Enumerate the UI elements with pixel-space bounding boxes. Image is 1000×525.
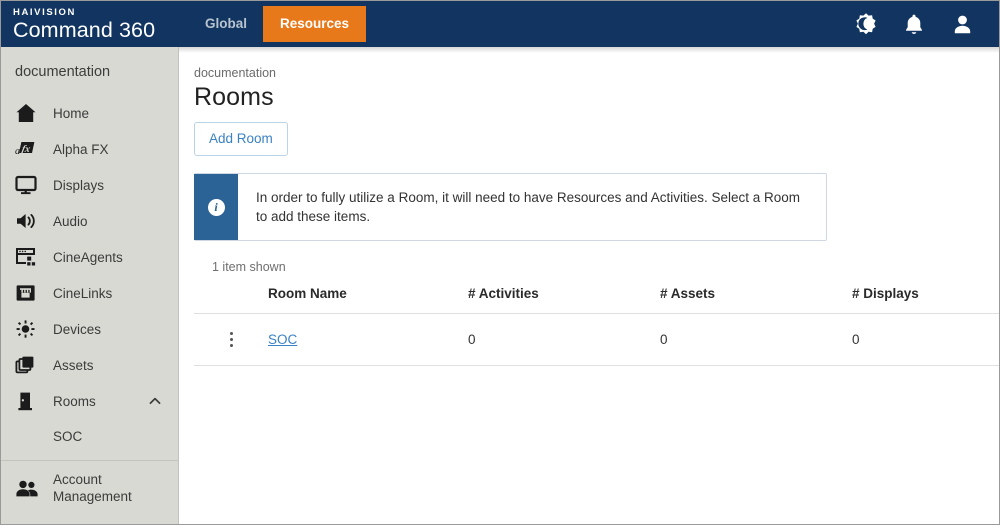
sidebar-item-label: Devices bbox=[53, 321, 101, 338]
column-header-room-name[interactable]: Room Name bbox=[268, 286, 468, 314]
sidebar-subitem-label: SOC bbox=[53, 429, 82, 444]
left-sidebar: documentation Home a fx Alpha FX bbox=[1, 47, 179, 524]
column-header-assets[interactable]: # Assets bbox=[660, 286, 852, 314]
kebab-dot bbox=[230, 338, 233, 341]
info-banner-text: In order to fully utilize a Room, it wil… bbox=[238, 174, 826, 240]
table-row: SOC 0 0 0 bbox=[194, 314, 999, 366]
row-actions-cell bbox=[194, 314, 268, 366]
kebab-dot bbox=[230, 344, 233, 347]
sidebar-item-label: Rooms bbox=[53, 393, 96, 410]
brand-logo[interactable]: HAIVISION Command 360 bbox=[1, 1, 177, 47]
cell-assets-count: 0 bbox=[660, 314, 852, 366]
sidebar-item-audio[interactable]: Audio bbox=[1, 203, 178, 239]
main-nav-tabs: Global Resources bbox=[189, 1, 366, 47]
table-header-row: Room Name # Activities # Assets # Displa… bbox=[194, 286, 999, 314]
kebab-dot bbox=[230, 332, 233, 335]
sidebar-item-assets[interactable]: Assets bbox=[1, 347, 178, 383]
sidebar-item-label: CineAgents bbox=[53, 249, 123, 266]
alpha-fx-icon: a fx bbox=[15, 137, 41, 161]
row-actions-kebab[interactable] bbox=[222, 330, 240, 348]
sidebar-item-label: CineLinks bbox=[53, 285, 112, 302]
devices-node-icon bbox=[15, 317, 41, 341]
user-account-icon[interactable] bbox=[949, 11, 975, 37]
column-header-displays[interactable]: # Displays bbox=[852, 286, 999, 314]
rooms-table-head: Room Name # Activities # Assets # Displa… bbox=[194, 286, 999, 314]
notifications-bell-icon[interactable] bbox=[901, 11, 927, 37]
sidebar-subitem-soc[interactable]: SOC bbox=[1, 419, 178, 453]
assets-stack-icon bbox=[15, 353, 41, 377]
brand-title: Command 360 bbox=[13, 19, 177, 42]
sidebar-item-label: Assets bbox=[53, 357, 94, 374]
svg-text:a: a bbox=[15, 146, 20, 157]
rooms-table-body: SOC 0 0 0 bbox=[194, 314, 999, 366]
sidebar-item-rooms[interactable]: Rooms bbox=[1, 383, 178, 419]
sidebar-item-displays[interactable]: Displays bbox=[1, 167, 178, 203]
add-room-button[interactable]: Add Room bbox=[194, 122, 288, 156]
sidebar-divider bbox=[1, 460, 178, 461]
account-management-people-icon bbox=[15, 476, 41, 500]
speaker-volume-icon bbox=[15, 209, 41, 233]
rooms-table: Room Name # Activities # Assets # Displa… bbox=[194, 286, 999, 366]
sidebar-item-home[interactable]: Home bbox=[1, 95, 178, 131]
page-title: Rooms bbox=[194, 82, 977, 113]
sidebar-item-alpha-fx[interactable]: a fx Alpha FX bbox=[1, 131, 178, 167]
header-icon-group bbox=[853, 1, 999, 47]
display-monitor-icon bbox=[15, 173, 41, 197]
cell-displays-count: 0 bbox=[852, 314, 999, 366]
tab-resources[interactable]: Resources bbox=[263, 6, 366, 42]
cine-links-ethernet-icon bbox=[15, 281, 41, 305]
info-banner-strip: i bbox=[194, 174, 238, 240]
theme-toggle-icon[interactable] bbox=[853, 11, 879, 37]
sidebar-item-cineagents[interactable]: CineAgents bbox=[1, 239, 178, 275]
cell-activities-count: 0 bbox=[468, 314, 660, 366]
column-header-activities[interactable]: # Activities bbox=[468, 286, 660, 314]
cine-agents-window-icon bbox=[15, 245, 41, 269]
main-content: documentation Rooms Add Room i In order … bbox=[179, 47, 999, 524]
sidebar-item-account-management[interactable]: Account Management bbox=[1, 465, 178, 511]
room-door-icon bbox=[15, 389, 41, 413]
info-icon: i bbox=[208, 199, 225, 216]
app-window: HAIVISION Command 360 Global Resources bbox=[0, 0, 1000, 525]
cell-room-name: SOC bbox=[268, 314, 468, 366]
item-count-label: 1 item shown bbox=[194, 260, 977, 274]
sidebar-item-label: Home bbox=[53, 105, 89, 122]
breadcrumb: documentation bbox=[194, 65, 977, 81]
top-header-bar: HAIVISION Command 360 Global Resources bbox=[1, 1, 999, 47]
column-header-actions bbox=[194, 286, 268, 314]
sidebar-item-label: Displays bbox=[53, 177, 104, 194]
svg-text:fx: fx bbox=[21, 144, 32, 155]
header-spacer bbox=[366, 1, 853, 47]
home-icon bbox=[15, 101, 41, 125]
chevron-up-icon[interactable] bbox=[148, 394, 162, 408]
sidebar-item-label: Alpha FX bbox=[53, 141, 109, 158]
sidebar-item-devices[interactable]: Devices bbox=[1, 311, 178, 347]
sidebar-item-label: Audio bbox=[53, 213, 88, 230]
sidebar-item-label: Account Management bbox=[53, 471, 132, 505]
brand-kicker: HAIVISION bbox=[13, 7, 177, 18]
sidebar-org-label: documentation bbox=[1, 47, 178, 95]
tab-global[interactable]: Global bbox=[189, 7, 263, 41]
sidebar-item-cinelinks[interactable]: CineLinks bbox=[1, 275, 178, 311]
room-link-soc[interactable]: SOC bbox=[268, 332, 297, 347]
info-banner: i In order to fully utilize a Room, it w… bbox=[194, 173, 827, 241]
